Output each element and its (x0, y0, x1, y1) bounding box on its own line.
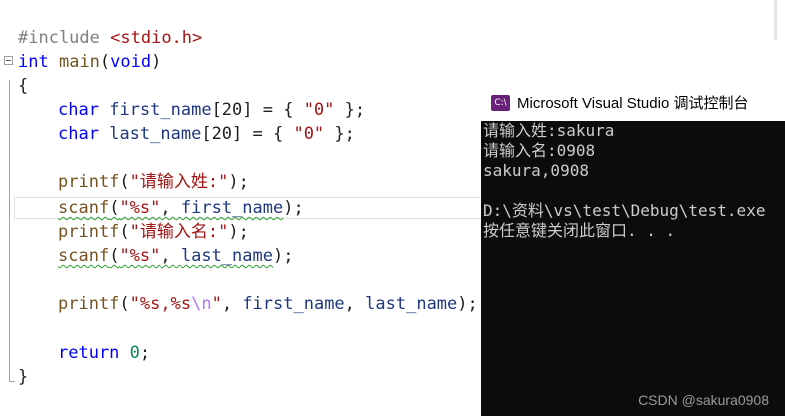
paren-close: ) (151, 52, 162, 72)
array-init: [20] = { (201, 124, 294, 144)
console-line: sakura,0908 (483, 161, 589, 180)
function-name: main (58, 52, 100, 72)
paren-open: ( (119, 172, 130, 192)
string-literal-end: " (211, 294, 222, 314)
type-keyword: char (58, 124, 99, 144)
variable-first-name: first_name (109, 100, 212, 120)
statement-end: ); (228, 172, 249, 192)
function-call: printf (58, 172, 120, 192)
variable-first-name: first_name (242, 294, 345, 314)
code-line-brace-close[interactable]: } (18, 365, 28, 389)
param-type: void (110, 52, 152, 72)
paren-open: ( (109, 246, 120, 266)
statement-end: ); (273, 246, 294, 266)
brace-open: { (18, 76, 29, 96)
return-keyword: return (58, 343, 120, 363)
function-call: printf (58, 294, 120, 314)
string-literal: "0" (303, 100, 335, 120)
warning-squiggle[interactable]: scanf("%s", first_name (58, 198, 283, 218)
statement-end: ); (283, 198, 304, 218)
console-title: Microsoft Visual Studio 调试控制台 (517, 95, 749, 112)
function-call: scanf (58, 246, 110, 266)
variable-last-name: last_name (180, 246, 273, 266)
brace-close: } (18, 367, 29, 387)
statement-end: }; (324, 124, 355, 144)
numeric-literal: 0 (129, 343, 140, 363)
preprocessor-directive: #include (18, 28, 100, 48)
paren-open: ( (119, 294, 130, 314)
paren-open: ( (119, 222, 130, 242)
include-header: <stdio.h> (110, 28, 203, 48)
console-line: 请输入名:0908 (483, 141, 596, 160)
code-line-include[interactable]: #include <stdio.h> (18, 26, 202, 50)
statement-end: ); (228, 222, 249, 242)
statement-end: }; (334, 100, 366, 120)
console-line: 按任意键关闭此窗口. . . (483, 221, 676, 240)
type-keyword: char (58, 100, 99, 120)
function-call: printf (58, 222, 120, 242)
arg-separator: , (160, 246, 181, 266)
code-line-printf-surname[interactable]: printf("请输入姓:"); (18, 170, 249, 194)
string-literal: "%s" (119, 198, 161, 218)
variable-first-name: first_name (180, 198, 284, 218)
escape-sequence: \n (191, 294, 212, 314)
code-line-scanf-first-name[interactable]: scanf("%s", first_name); (18, 196, 304, 220)
console-titlebar[interactable]: C:\ Microsoft Visual Studio 调试控制台 (481, 84, 785, 121)
statement-end: ; (139, 343, 151, 363)
function-call: scanf (58, 198, 110, 218)
statement-end: ); (457, 294, 478, 314)
console-line: 请输入姓:sakura (483, 121, 615, 140)
string-literal: "%s" (119, 246, 161, 266)
collapse-main-icon[interactable] (4, 56, 13, 65)
code-line-first-name-decl[interactable]: char first_name[20] = { "0" }; (18, 98, 365, 122)
code-line-main-signature[interactable]: int main(void) (18, 50, 161, 74)
code-line-return[interactable]: return 0; (18, 341, 150, 365)
variable-last-name: last_name (109, 124, 202, 144)
code-line-last-name-decl[interactable]: char last_name[20] = { "0" }; (18, 122, 355, 146)
array-init: [20] = { (211, 100, 304, 120)
return-type: int (18, 52, 49, 72)
watermark-text: CSDN @sakura0908 (638, 392, 769, 408)
console-app-icon: C:\ (491, 94, 510, 111)
code-line-printf-result[interactable]: printf("%s,%s\n", first_name, last_name)… (18, 292, 478, 316)
paren-open: ( (109, 198, 120, 218)
string-literal: "请输入姓:" (129, 172, 229, 192)
arg-separator: , (344, 294, 366, 314)
console-output[interactable]: 请输入姓:sakura 请输入名:0908 sakura,0908 D:\资料\… (483, 121, 783, 241)
variable-last-name: last_name (365, 294, 458, 314)
debug-console-window[interactable]: C:\ Microsoft Visual Studio 调试控制台 请输入姓:s… (481, 84, 785, 416)
warning-squiggle[interactable]: scanf("%s", last_name (58, 246, 273, 266)
fold-guide-end (9, 381, 15, 382)
arg-separator: , (160, 198, 181, 218)
code-line-scanf-last-name[interactable]: scanf("%s", last_name); (18, 244, 293, 268)
string-literal: "0" (293, 124, 325, 144)
code-line-brace-open[interactable]: { (18, 74, 28, 98)
arg-separator: , (221, 294, 243, 314)
string-literal: "请输入名:" (129, 222, 229, 242)
paren-open: ( (99, 52, 111, 72)
console-line: D:\资料\vs\test\Debug\test.exe (483, 201, 766, 220)
fold-guide (9, 80, 10, 382)
scrollbar[interactable] (774, 0, 777, 40)
string-literal: "%s,%s (129, 294, 192, 314)
code-line-printf-given-name[interactable]: printf("请输入名:"); (18, 220, 249, 244)
